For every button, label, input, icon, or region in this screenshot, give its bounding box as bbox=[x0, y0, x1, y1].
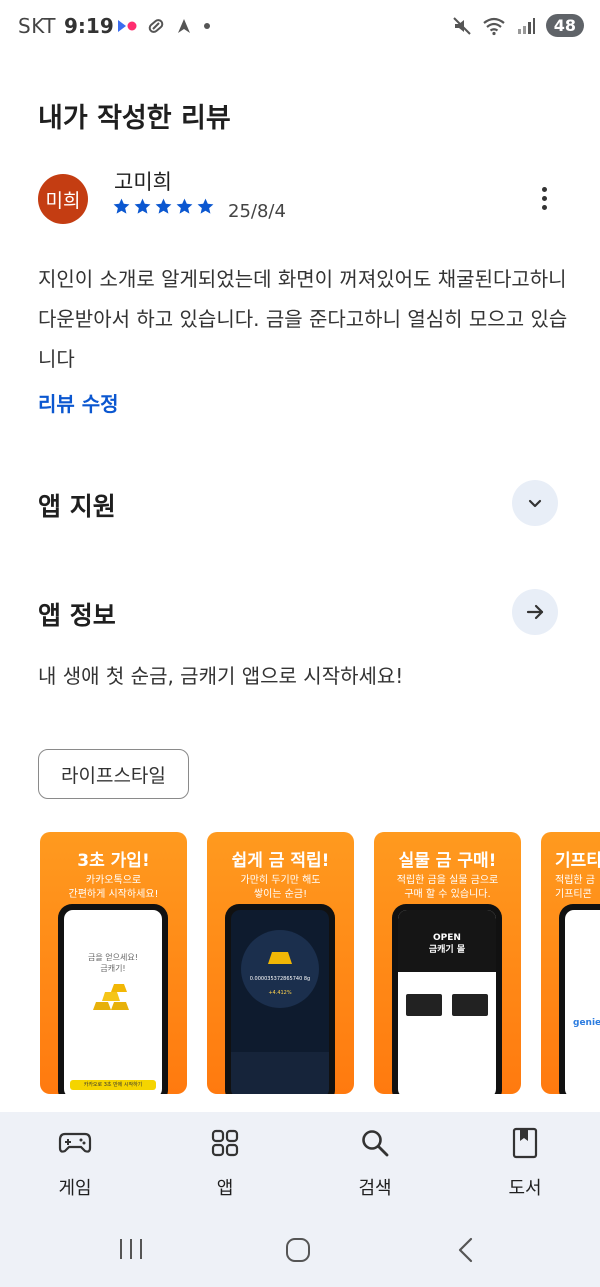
screenshot-subtitle: 적립한 금을 실물 금으로 구매 할 수 있습니다. bbox=[396, 875, 499, 900]
chevron-down-icon bbox=[528, 499, 542, 508]
mining-circle bbox=[241, 930, 319, 1008]
gold-amount: 0.000035372865740 8g bbox=[249, 976, 311, 982]
app-description: 내 생애 첫 순금, 금캐기 앱으로 시작하세요! bbox=[38, 664, 404, 688]
phone-screen: genie bbox=[565, 910, 600, 1094]
dot-indicator-icon bbox=[204, 23, 210, 29]
more-options-button[interactable] bbox=[526, 180, 562, 216]
more-dot-icon bbox=[541, 195, 547, 201]
clock-time: 9:19 bbox=[64, 14, 114, 38]
phone-mockup: 0.000035372865740 8g +4.412% bbox=[225, 904, 335, 1094]
screenshot-card[interactable]: 기프티 적립한 금 기프티콘 genie bbox=[541, 832, 600, 1094]
nav-label: 게임 bbox=[58, 1178, 92, 1199]
my-review-heading: 내가 작성한 리뷰 bbox=[38, 103, 231, 134]
mute-icon bbox=[453, 16, 471, 35]
notification-icons bbox=[116, 16, 212, 36]
search-icon bbox=[325, 1126, 425, 1160]
review-date: 25/8/4 bbox=[228, 201, 286, 222]
media-app-icon bbox=[118, 20, 137, 32]
nav-item-search[interactable]: 검색 bbox=[325, 1126, 425, 1200]
nav-item-books[interactable]: 도서 bbox=[475, 1126, 575, 1200]
review-text: 지인이 소개로 알게되었는데 화면이 꺼져있어도 채굴된다고하니 다운받아서 하… bbox=[38, 267, 568, 371]
phone-screen: 0.000035372865740 8g +4.412% bbox=[231, 910, 329, 1094]
screenshot-card[interactable]: 쉽게 금 적립! 가만히 두기만 해도 쌓이는 순금! 0.0000353728… bbox=[207, 832, 354, 1094]
signal-icon bbox=[517, 17, 535, 34]
system-navigation-bar bbox=[0, 1216, 600, 1287]
phone-mockup: genie bbox=[559, 904, 600, 1094]
star-rating bbox=[112, 197, 215, 216]
avatar: 미희 bbox=[38, 174, 88, 224]
phone-screen: OPEN 금캐기 몰 bbox=[398, 910, 496, 1094]
kakao-start-button: 카카오로 3초 만에 시작하기 bbox=[70, 1080, 156, 1090]
app-info-title: 앱 정보 bbox=[38, 601, 116, 630]
star-icon bbox=[197, 198, 214, 214]
nav-item-games[interactable]: 게임 bbox=[25, 1126, 125, 1200]
category-chip[interactable]: 라이프스타일 bbox=[38, 749, 189, 799]
nav-label: 앱 bbox=[216, 1178, 234, 1199]
nav-label: 도서 bbox=[508, 1178, 542, 1199]
app-support-expand-button[interactable] bbox=[512, 480, 558, 526]
apps-grid-icon bbox=[175, 1126, 275, 1160]
edit-review-link[interactable]: 리뷰 수정 bbox=[38, 388, 119, 417]
screenshot-subtitle: 적립한 금 기프티콘 bbox=[555, 875, 595, 900]
gold-bars-icon bbox=[93, 984, 129, 1010]
bottom-navigation: 게임 앱 검색 도서 bbox=[0, 1112, 600, 1216]
screenshot-card[interactable]: 3초 가입! 카카오톡으로 간편하게 시작하세요! 금을 얻으세요! 금캐기! … bbox=[40, 832, 187, 1094]
book-icon bbox=[475, 1126, 575, 1160]
nav-label: 검색 bbox=[358, 1178, 392, 1199]
screen-text: 금을 얻으세요! 금캐기! bbox=[88, 953, 138, 973]
screenshot-title: 실물 금 구매! bbox=[398, 851, 497, 871]
phone-mockup: 금을 얻으세요! 금캐기! 카카오로 3초 만에 시작하기 bbox=[58, 904, 168, 1094]
screenshot-carousel[interactable]: 3초 가입! 카카오톡으로 간편하게 시작하세요! 금을 얻으세요! 금캐기! … bbox=[40, 832, 600, 1094]
screenshot-subtitle: 가만히 두기만 해도 쌓이는 순금! bbox=[240, 875, 321, 900]
pill-app-icon bbox=[148, 19, 164, 33]
screenshot-title: 기프티 bbox=[555, 851, 600, 871]
star-icon bbox=[155, 198, 172, 214]
gold-bar-icon bbox=[268, 952, 292, 964]
product-thumb bbox=[406, 994, 442, 1016]
info-panel bbox=[231, 1052, 329, 1094]
gold-percentage: +4.412% bbox=[268, 990, 292, 996]
mall-open-text: OPEN 금캐기 몰 bbox=[428, 933, 466, 955]
home-icon[interactable] bbox=[284, 1236, 312, 1264]
screenshot-card[interactable]: 실물 금 구매! 적립한 금을 실물 금으로 구매 할 수 있습니다. OPEN… bbox=[374, 832, 521, 1094]
star-icon bbox=[134, 198, 151, 214]
screenshot-title: 3초 가입! bbox=[77, 851, 150, 871]
status-bar: SKT 9:19 48 bbox=[0, 0, 600, 56]
star-icon bbox=[113, 198, 130, 214]
battery-indicator: 48 bbox=[545, 14, 584, 37]
more-dot-icon bbox=[541, 204, 547, 210]
carrier-label: SKT bbox=[18, 14, 56, 38]
app-support-title: 앱 지원 bbox=[38, 492, 116, 521]
shield-app-icon bbox=[178, 19, 190, 33]
more-dot-icon bbox=[541, 186, 547, 192]
phone-screen: 금을 얻으세요! 금캐기! 카카오로 3초 만에 시작하기 bbox=[64, 910, 162, 1094]
gamepad-icon bbox=[25, 1126, 125, 1160]
star-icon bbox=[176, 198, 193, 214]
brand-logo-text: genie bbox=[573, 1018, 600, 1028]
product-thumb bbox=[452, 994, 488, 1016]
nav-item-apps[interactable]: 앱 bbox=[175, 1126, 275, 1200]
back-icon[interactable] bbox=[454, 1236, 478, 1264]
screenshot-title: 쉽게 금 적립! bbox=[231, 851, 330, 871]
reviewer-name: 고미희 bbox=[114, 170, 172, 194]
app-review-page: SKT 9:19 48 내가 작성한 리뷰 미희 고미희 25/8/4 지인이 … bbox=[0, 0, 600, 1287]
system-status-icons: 48 bbox=[452, 14, 584, 37]
phone-mockup: OPEN 금캐기 몰 bbox=[392, 904, 502, 1094]
wifi-icon bbox=[483, 17, 505, 35]
screenshot-subtitle: 카카오톡으로 간편하게 시작하세요! bbox=[68, 875, 159, 900]
recent-apps-icon[interactable] bbox=[116, 1236, 146, 1262]
arrow-right-icon bbox=[526, 604, 544, 620]
app-info-open-button[interactable] bbox=[512, 589, 558, 635]
